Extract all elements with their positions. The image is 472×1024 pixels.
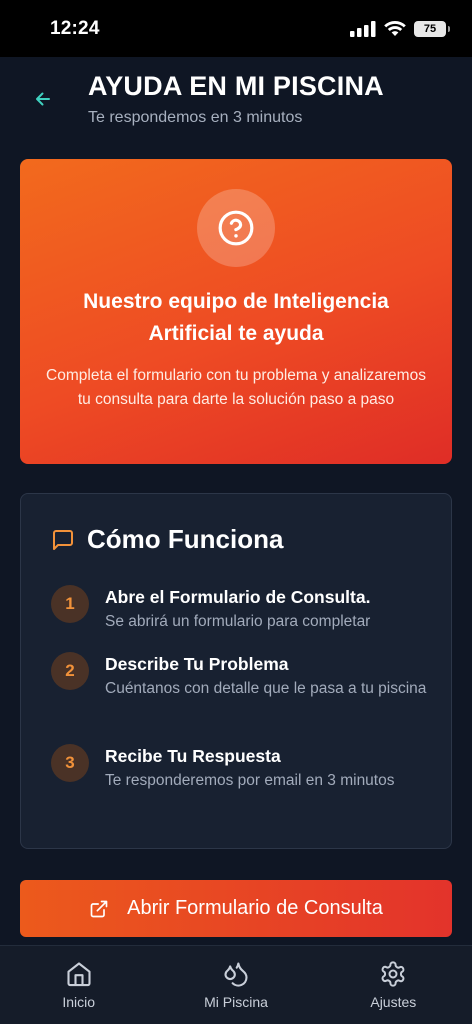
tab-label: Mi Piscina	[204, 994, 268, 1010]
tab-mi-piscina[interactable]: Mi Piscina	[157, 946, 314, 1024]
battery-indicator: 75	[414, 20, 450, 37]
status-time: 12:24	[50, 17, 100, 39]
how-it-works-header: Cómo Funciona	[51, 524, 283, 555]
step-item: 2 Describe Tu Problema Cuéntanos con det…	[51, 652, 431, 701]
status-bar: 12:24 75	[0, 0, 472, 57]
arrow-left-icon[interactable]	[33, 89, 53, 109]
open-form-button-label: Abrir Formulario de Consulta	[127, 897, 383, 919]
hero-description: Completa el formulario con tu problema y…	[46, 367, 426, 408]
how-it-works-title: Cómo Funciona	[87, 524, 284, 554]
step-title: Recibe Tu Respuesta	[105, 746, 281, 766]
step-description: Te responderemos por email en 3 minutos	[105, 772, 395, 789]
hero-card: Nuestro equipo de Inteligencia Artificia…	[20, 159, 452, 464]
page-header: AYUDA EN MI PISCINA Te respondemos en 3 …	[0, 57, 472, 147]
external-link-icon	[90, 900, 108, 917]
hero-title: Nuestro equipo de Inteligencia Artificia…	[83, 290, 389, 345]
cellular-signal-icon	[350, 20, 376, 37]
step-title: Abre el Formulario de Consulta.	[105, 587, 371, 607]
step-number: 1	[51, 585, 89, 623]
open-form-button[interactable]: Abrir Formulario de Consulta	[20, 880, 452, 937]
wifi-icon	[384, 20, 406, 36]
tab-inicio[interactable]: Inicio	[0, 946, 157, 1024]
message-square-icon	[53, 529, 73, 550]
page-title: AYUDA EN MI PISCINA	[88, 71, 384, 101]
tab-label: Inicio	[62, 994, 95, 1010]
step-title: Describe Tu Problema	[105, 654, 289, 674]
home-icon	[67, 962, 91, 987]
battery-level: 75	[423, 22, 437, 35]
tab-label: Ajustes	[370, 994, 417, 1010]
hero-icon-badge	[197, 189, 275, 267]
step-item: 3 Recibe Tu Respuesta Te responderemos p…	[51, 744, 431, 793]
status-icons: 75	[350, 20, 450, 37]
step-description: Cuéntanos con detalle que le pasa a tu p…	[105, 680, 427, 697]
page-subtitle: Te respondemos en 3 minutos	[88, 109, 303, 126]
bottom-tab-bar: Inicio Mi Piscina Ajustes	[0, 945, 472, 1024]
step-description: Se abrirá un formulario para completar	[105, 613, 371, 630]
droplets-icon	[224, 962, 248, 987]
step-number: 2	[51, 652, 89, 690]
step-item: 1 Abre el Formulario de Consulta. Se abr…	[51, 585, 431, 634]
tab-ajustes[interactable]: Ajustes	[315, 946, 472, 1024]
gear-icon	[381, 961, 405, 987]
step-number: 3	[51, 744, 89, 782]
how-it-works-card: Cómo Funciona 1 Abre el Formulario de Co…	[20, 493, 452, 849]
question-circle-icon	[218, 210, 254, 246]
